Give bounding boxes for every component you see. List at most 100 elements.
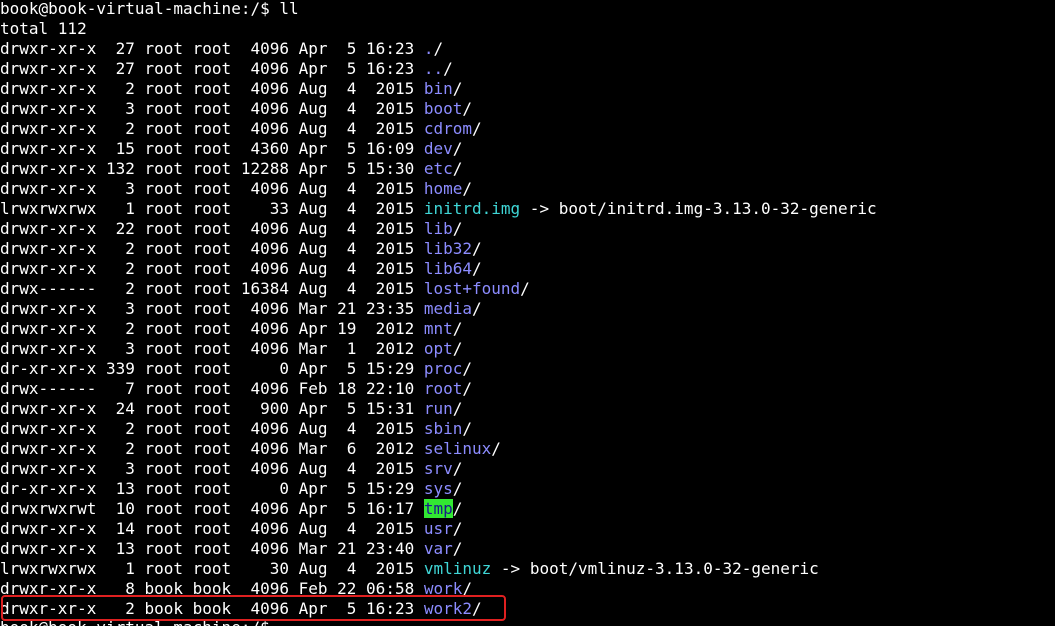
entry-suffix: / bbox=[491, 439, 501, 458]
prompt-text: book@book-virtual-machine:/$ ll bbox=[0, 0, 299, 18]
entry-suffix: / bbox=[452, 479, 463, 498]
listing-row: drwxrwxrwt 10 root root 4096 Apr 5 16:17… bbox=[0, 499, 877, 519]
listing-entries: drwxr-xr-x 27 root root 4096 Apr 5 16:23… bbox=[0, 39, 877, 619]
entry-meta: drwxr-xr-x 3 root root 4096 Mar 21 23:35 bbox=[0, 299, 424, 318]
entry-suffix: / bbox=[462, 359, 473, 378]
entry-name: mnt bbox=[423, 319, 453, 338]
listing-row: drwxr-xr-x 14 root root 4096 Aug 4 2015 … bbox=[0, 519, 877, 539]
entry-suffix: / bbox=[452, 519, 463, 538]
entry-name: usr bbox=[423, 519, 453, 538]
entry-meta: drwxr-xr-x 27 root root 4096 Apr 5 16:23 bbox=[0, 59, 424, 78]
entry-suffix: / bbox=[452, 159, 463, 178]
entry-meta: drwxr-xr-x 3 root root 4096 Aug 4 2015 bbox=[0, 99, 424, 118]
listing-row: drwxr-xr-x 2 root root 4096 Aug 4 2015 s… bbox=[0, 419, 877, 439]
entry-suffix: / bbox=[443, 59, 453, 78]
next-prompt-text: book@book-virtual-machine:/$ bbox=[0, 618, 270, 626]
entry-suffix: / bbox=[472, 119, 482, 138]
entry-name: cdrom bbox=[423, 119, 473, 138]
listing-row: lrwxrwxrwx 1 root root 30 Aug 4 2015 vml… bbox=[0, 559, 877, 579]
listing-row: dr-xr-xr-x 13 root root 0 Apr 5 15:29 sy… bbox=[0, 479, 877, 499]
entry-suffix: / bbox=[452, 319, 463, 338]
entry-name: initrd.img bbox=[423, 199, 521, 218]
entry-meta: drwxr-xr-x 2 root root 4096 Aug 4 2015 bbox=[0, 119, 424, 138]
entry-suffix: / bbox=[452, 79, 463, 98]
listing-row: lrwxrwxrwx 1 root root 33 Aug 4 2015 ini… bbox=[0, 199, 877, 219]
entry-name: lib bbox=[423, 219, 453, 238]
entry-suffix: / bbox=[433, 39, 444, 58]
entry-suffix: / bbox=[462, 419, 473, 438]
entry-name: home bbox=[423, 179, 463, 198]
entry-meta: drwx------ 7 root root 4096 Feb 18 22:10 bbox=[0, 379, 424, 398]
entry-name: root bbox=[423, 379, 463, 398]
terminal-window[interactable]: book@book-virtual-machine:/$ ll total 11… bbox=[0, 0, 1055, 626]
entry-name: bin bbox=[423, 79, 453, 98]
prompt-line: book@book-virtual-machine:/$ ll bbox=[0, 0, 877, 19]
entry-suffix: / bbox=[462, 99, 473, 118]
entry-meta: drwxr-xr-x 2 root root 4096 Aug 4 2015 bbox=[0, 79, 424, 98]
entry-name: opt bbox=[423, 339, 453, 358]
entry-suffix: / bbox=[452, 459, 463, 478]
entry-suffix: / bbox=[452, 339, 463, 358]
listing-row: drwxr-xr-x 3 root root 4096 Aug 4 2015 b… bbox=[0, 99, 877, 119]
entry-meta: drwxr-xr-x 2 root root 4096 Apr 19 2012 bbox=[0, 319, 424, 338]
entry-meta: dr-xr-xr-x 13 root root 0 Apr 5 15:29 bbox=[0, 479, 424, 498]
entry-meta: drwxr-xr-x 27 root root 4096 Apr 5 16:23 bbox=[0, 39, 424, 58]
listing-row: dr-xr-xr-x 339 root root 0 Apr 5 15:29 p… bbox=[0, 359, 877, 379]
listing-row: drwxr-xr-x 15 root root 4360 Apr 5 16:09… bbox=[0, 139, 877, 159]
entry-name: vmlinuz bbox=[423, 559, 492, 578]
entry-meta: drwxr-xr-x 13 root root 4096 Mar 21 23:4… bbox=[0, 539, 424, 558]
entry-suffix: / bbox=[452, 219, 463, 238]
entry-meta: drwxr-xr-x 3 root root 4096 Aug 4 2015 bbox=[0, 459, 424, 478]
listing-row: drwxr-xr-x 2 root root 4096 Aug 4 2015 l… bbox=[0, 239, 877, 259]
entry-meta: drwxr-xr-x 24 root root 900 Apr 5 15:31 bbox=[0, 399, 424, 418]
entry-name: proc bbox=[423, 359, 463, 378]
entry-meta: drwx------ 2 root root 16384 Aug 4 2015 bbox=[0, 279, 424, 298]
entry-meta: lrwxrwxrwx 1 root root 30 Aug 4 2015 bbox=[0, 559, 424, 578]
entry-name: media bbox=[423, 299, 473, 318]
entry-suffix: / bbox=[520, 279, 530, 298]
total-text: total 112 bbox=[0, 19, 87, 38]
entry-name: sys bbox=[423, 479, 453, 498]
entry-meta: drwxr-xr-x 132 root root 12288 Apr 5 15:… bbox=[0, 159, 424, 178]
entry-meta: drwxr-xr-x 3 root root 4096 Mar 1 2012 bbox=[0, 339, 424, 358]
listing-row: drwxr-xr-x 3 root root 4096 Aug 4 2015 h… bbox=[0, 179, 877, 199]
entry-name: lib32 bbox=[423, 239, 473, 258]
entry-suffix: / bbox=[452, 539, 463, 558]
listing-row: drwxr-xr-x 2 root root 4096 Apr 19 2012 … bbox=[0, 319, 877, 339]
entry-name: srv bbox=[423, 459, 453, 478]
entry-suffix: / bbox=[452, 499, 463, 518]
listing-row: drwxr-xr-x 2 root root 4096 Aug 4 2015 b… bbox=[0, 79, 877, 99]
terminal-output: book@book-virtual-machine:/$ ll total 11… bbox=[0, 0, 877, 619]
entry-name: selinux bbox=[423, 439, 492, 458]
entry-suffix: / bbox=[472, 259, 482, 278]
listing-row: drwx------ 2 root root 16384 Aug 4 2015 … bbox=[0, 279, 877, 299]
entry-meta: drwxr-xr-x 2 root root 4096 Aug 4 2015 bbox=[0, 419, 424, 438]
entry-suffix: / bbox=[462, 179, 473, 198]
entry-suffix: -> boot/initrd.img-3.13.0-32-generic bbox=[520, 199, 877, 218]
listing-row: drwxr-xr-x 22 root root 4096 Aug 4 2015 … bbox=[0, 219, 877, 239]
next-prompt-line: book@book-virtual-machine:/$ bbox=[0, 618, 270, 626]
entry-meta: drwxr-xr-x 14 root root 4096 Aug 4 2015 bbox=[0, 519, 424, 538]
entry-suffix: / bbox=[452, 399, 463, 418]
entry-meta: drwxrwxrwt 10 root root 4096 Apr 5 16:17 bbox=[0, 499, 424, 518]
listing-row: drwxr-xr-x 3 root root 4096 Aug 4 2015 s… bbox=[0, 459, 877, 479]
listing-row: drwxr-xr-x 132 root root 12288 Apr 5 15:… bbox=[0, 159, 877, 179]
entry-meta: drwxr-xr-x 2 root root 4096 Aug 4 2015 bbox=[0, 259, 424, 278]
entry-name: dev bbox=[423, 139, 453, 158]
entry-suffix: / bbox=[472, 299, 482, 318]
listing-row: drwx------ 7 root root 4096 Feb 18 22:10… bbox=[0, 379, 877, 399]
entry-suffix: / bbox=[462, 379, 473, 398]
entry-meta: lrwxrwxrwx 1 root root 33 Aug 4 2015 bbox=[0, 199, 424, 218]
listing-row: drwxr-xr-x 2 root root 4096 Aug 4 2015 c… bbox=[0, 119, 877, 139]
entry-name: run bbox=[423, 399, 453, 418]
entry-name: etc bbox=[423, 159, 453, 178]
listing-row: drwxr-xr-x 3 root root 4096 Mar 1 2012 o… bbox=[0, 339, 877, 359]
entry-name: lib64 bbox=[423, 259, 473, 278]
entry-meta: dr-xr-xr-x 339 root root 0 Apr 5 15:29 bbox=[0, 359, 424, 378]
listing-row: drwxr-xr-x 3 root root 4096 Mar 21 23:35… bbox=[0, 299, 877, 319]
total-line: total 112 bbox=[0, 19, 877, 39]
entry-name: sbin bbox=[423, 419, 463, 438]
entry-meta: drwxr-xr-x 15 root root 4360 Apr 5 16:09 bbox=[0, 139, 424, 158]
entry-meta: drwxr-xr-x 3 root root 4096 Aug 4 2015 bbox=[0, 179, 424, 198]
entry-name: var bbox=[423, 539, 453, 558]
